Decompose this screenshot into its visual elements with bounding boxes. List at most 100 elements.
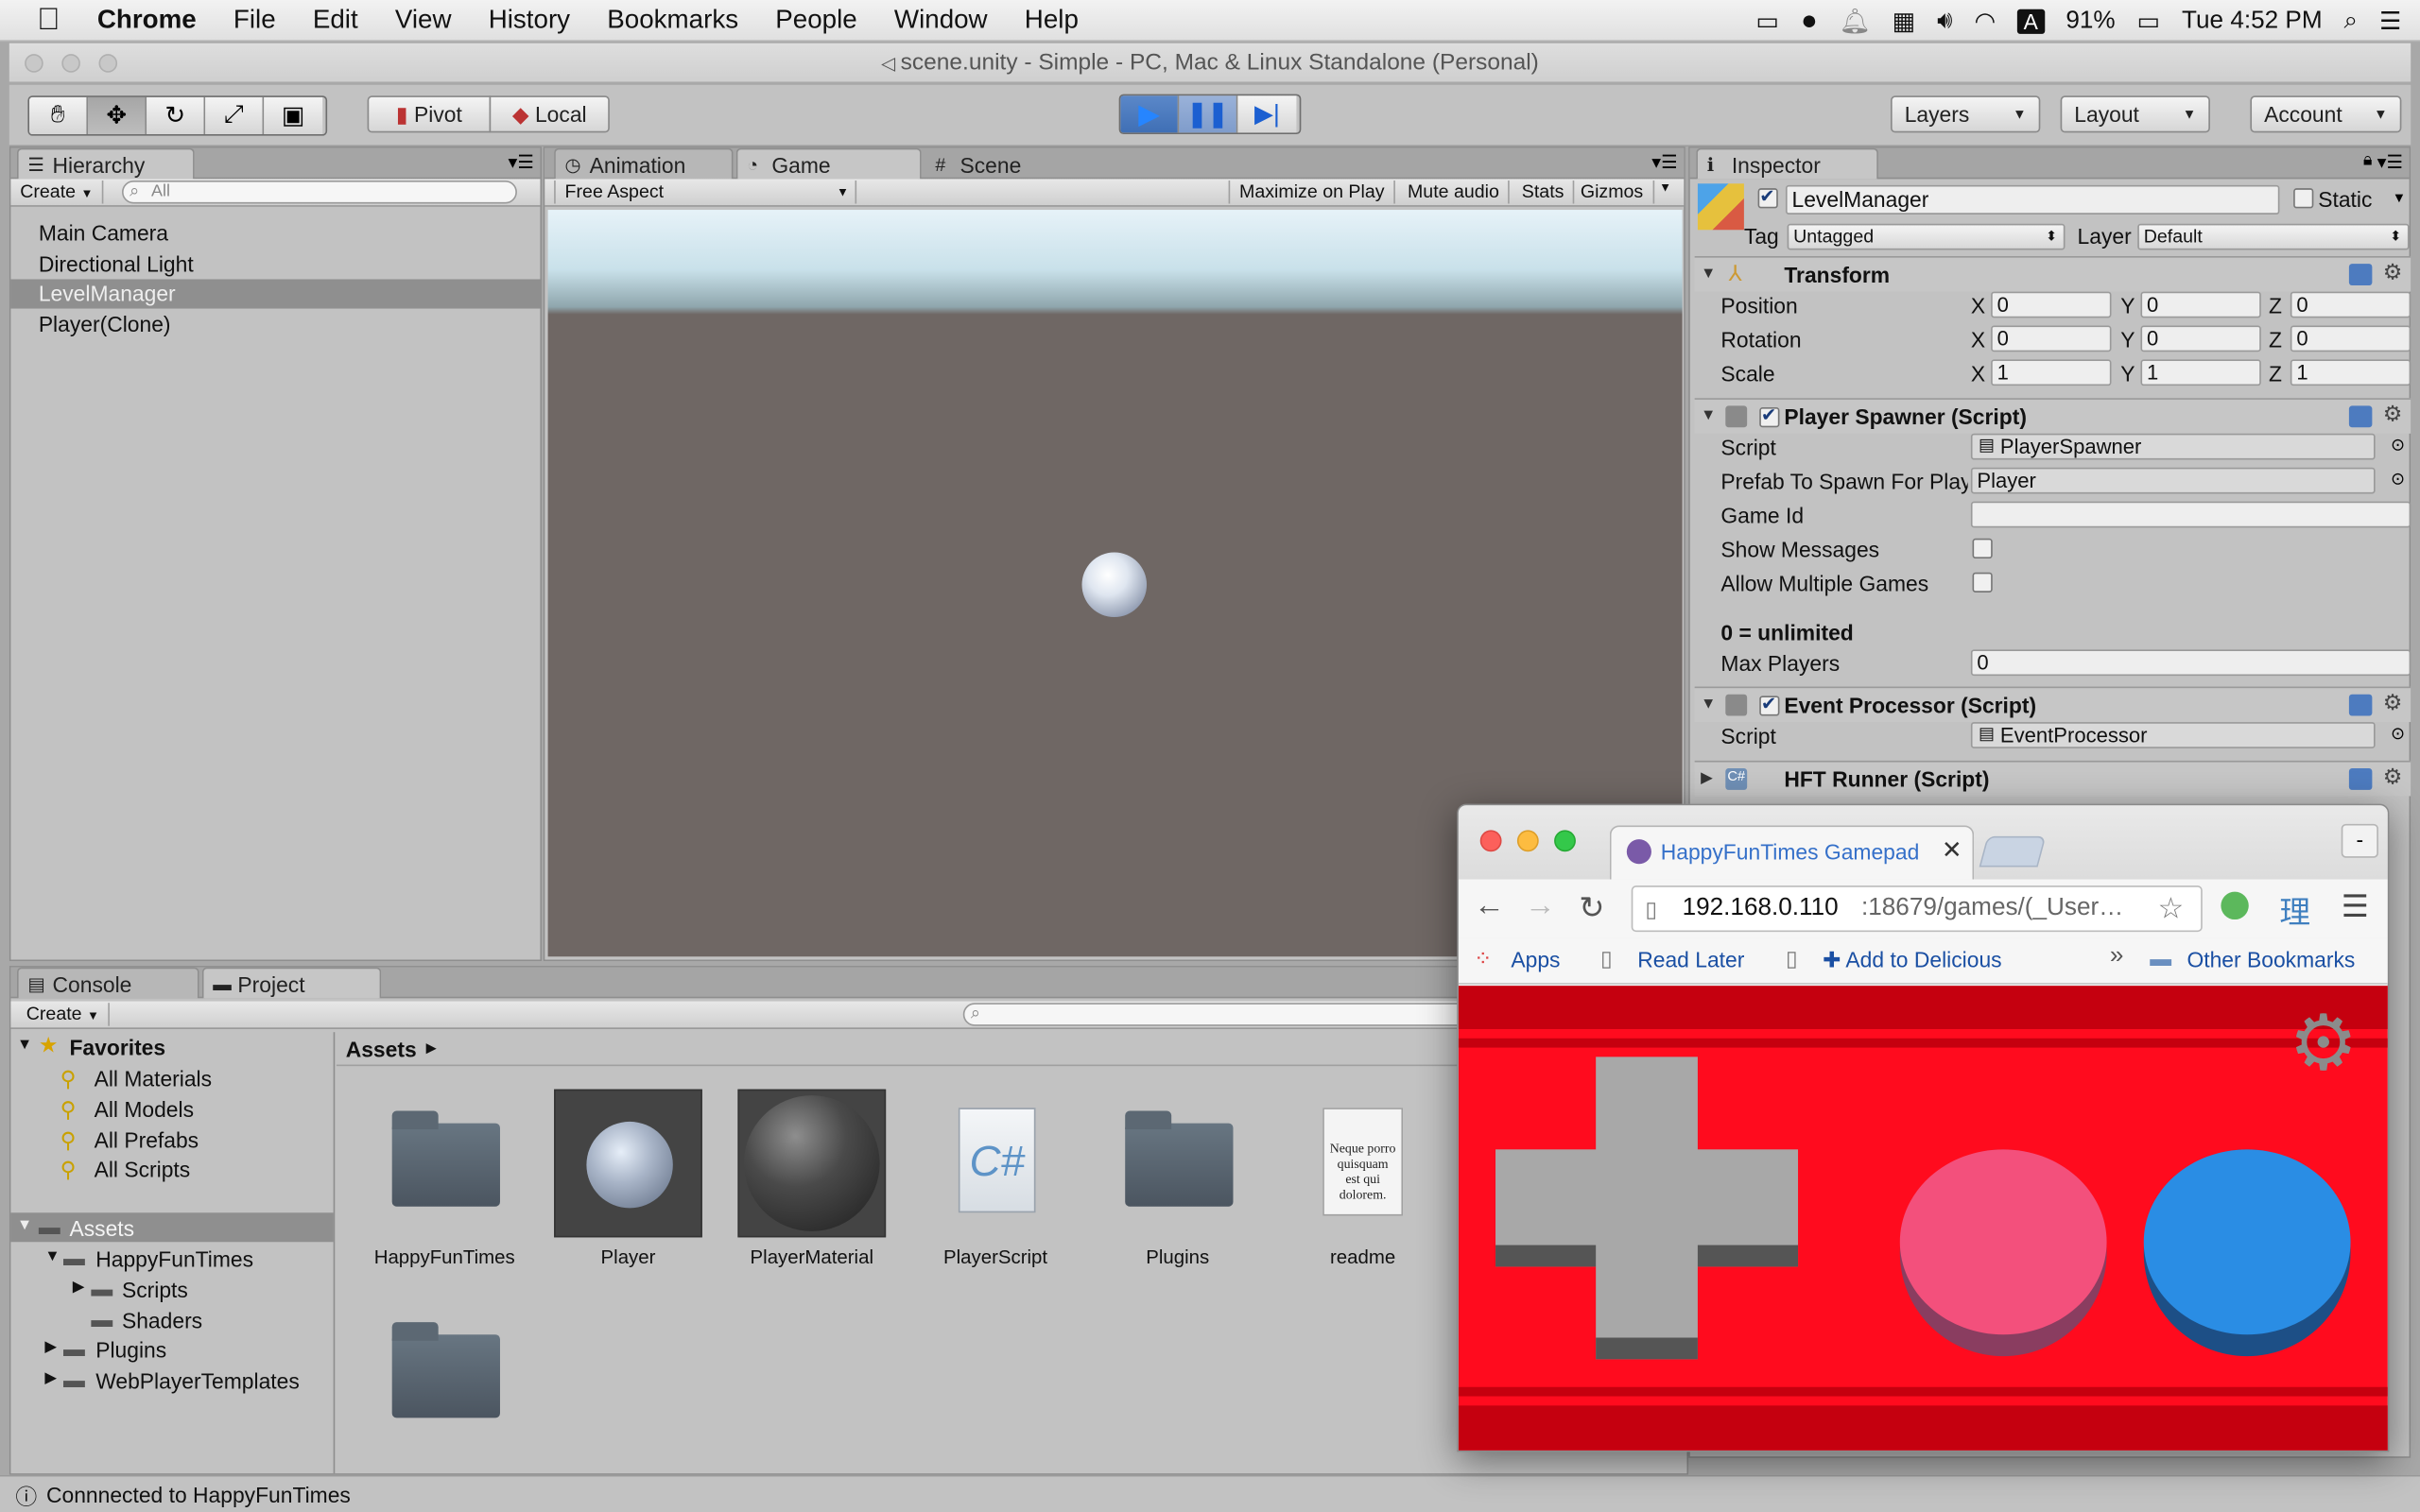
object-picker-icon[interactable]: ⊙ — [2391, 724, 2405, 744]
asset-happyfuntimes[interactable]: HappyFunTimes — [359, 1090, 529, 1268]
reload-icon[interactable]: ↻ — [1579, 888, 1604, 927]
scale-y-field[interactable]: 1 — [2140, 359, 2261, 387]
tab-inspector[interactable]: ℹ︎ Inspector — [1696, 147, 1878, 180]
favorite-all-materials[interactable]: All Materials — [95, 1066, 212, 1091]
asset-player[interactable]: Player — [544, 1089, 714, 1268]
static-checkbox[interactable] — [2293, 188, 2314, 209]
transform-header[interactable]: ▼ ⅄ Transform ⚙ — [1694, 256, 2411, 292]
chrome-tab-active[interactable]: HappyFunTimes Gamepad ✕ — [1609, 825, 1975, 880]
help-book-icon[interactable] — [2348, 405, 2373, 428]
panel-menu-icon[interactable]: ▾☰ — [2377, 151, 2403, 173]
mute-audio-button[interactable]: Mute audio — [1398, 180, 1511, 204]
rotate-tool-icon[interactable]: ↻ — [147, 96, 206, 135]
settings-gear-icon[interactable]: ⚙ — [2289, 1005, 2358, 1082]
position-z-field[interactable]: 0 — [2290, 291, 2411, 318]
facetime-icon[interactable]: ▭ — [1755, 6, 1779, 37]
hierarchy-item-levelmanager[interactable]: LevelManager — [10, 279, 543, 309]
aspect-dropdown[interactable]: Free Aspect ▼ — [554, 180, 857, 204]
stats-button[interactable]: Stats — [1512, 180, 1575, 204]
breadcrumb-assets[interactable]: Assets — [346, 1037, 417, 1061]
apple-icon[interactable]:  — [37, 2, 60, 38]
forward-arrow-icon[interactable]: → — [1525, 888, 1556, 924]
game-id-field[interactable] — [1970, 501, 2411, 528]
dpad[interactable] — [1495, 1057, 1799, 1360]
menu-bookmarks[interactable]: Bookmarks — [607, 5, 738, 36]
rect-tool-icon[interactable]: ▣ — [264, 96, 323, 135]
button-b[interactable] — [2143, 1149, 2351, 1335]
asset-playermaterial[interactable]: PlayerMaterial — [727, 1089, 897, 1268]
scale-x-field[interactable]: 1 — [1991, 359, 2112, 387]
hierarchy-search-input[interactable]: ⌕ All — [121, 180, 517, 204]
object-picker-icon[interactable]: ⊙ — [2391, 469, 2405, 490]
asset-playerscript[interactable]: C# PlayerScript — [910, 1090, 1080, 1268]
notification-center-icon[interactable]: ☰ — [2379, 6, 2401, 37]
tree-happyfuntimes[interactable]: HappyFunTimes — [95, 1246, 253, 1271]
scale-tool-icon[interactable]: ⤢ — [205, 96, 265, 135]
rotation-x-field[interactable]: 0 — [1991, 325, 2112, 352]
menu-people[interactable]: People — [775, 5, 856, 36]
collapse-triangle-icon[interactable]: ▼ — [1701, 266, 1716, 283]
minimize-window-button[interactable] — [1516, 830, 1539, 852]
tab-game[interactable]: ◔ Game — [735, 147, 922, 180]
asset-folder[interactable] — [359, 1300, 529, 1449]
hand-tool-icon[interactable]: ✋︎ — [29, 96, 89, 135]
more-bookmarks-chevron-icon[interactable]: » — [2110, 943, 2124, 971]
show-messages-checkbox[interactable] — [1972, 538, 1993, 559]
max-players-field[interactable]: 0 — [1970, 649, 2411, 677]
component-gear-icon[interactable]: ⚙ — [2383, 401, 2403, 427]
component-gear-icon[interactable]: ⚙ — [2383, 259, 2403, 285]
project-create-button[interactable]: Create ▼ — [17, 1003, 111, 1026]
rotation-z-field[interactable]: 0 — [2290, 325, 2411, 352]
gizmos-dropdown-icon[interactable]: ▼ — [1659, 180, 1671, 195]
tree-shaders[interactable]: Shaders — [122, 1308, 202, 1332]
menu-window[interactable]: Window — [894, 5, 988, 36]
play-button[interactable]: ▶ — [1120, 95, 1180, 133]
close-tab-icon[interactable]: ✕ — [1942, 834, 1962, 866]
tab-scene[interactable]: # Scene — [925, 148, 1103, 180]
new-tab-button[interactable] — [1979, 835, 2047, 868]
static-dropdown-icon[interactable]: ▼ — [2393, 190, 2407, 205]
tree-webplayertemplates[interactable]: WebPlayerTemplates — [95, 1368, 300, 1393]
minimize-window-button[interactable] — [61, 54, 80, 73]
position-x-field[interactable]: 0 — [1991, 291, 2112, 318]
collapse-triangle-icon[interactable]: ▼ — [44, 1248, 60, 1265]
player-spawner-enabled-checkbox[interactable] — [1759, 404, 1780, 428]
step-button[interactable]: ▶| — [1237, 95, 1297, 133]
extension-evernote-icon[interactable] — [2221, 891, 2249, 920]
tab-console[interactable]: ▤ Console — [16, 967, 199, 999]
player-spawner-script-field[interactable]: ▤ PlayerSpawner — [1970, 433, 2376, 460]
favorite-all-models[interactable]: All Models — [95, 1097, 194, 1122]
menu-history[interactable]: History — [489, 5, 570, 36]
position-y-field[interactable]: 0 — [2140, 291, 2261, 318]
bookmark-star-icon[interactable]: ☆ — [2157, 892, 2184, 928]
rotation-y-field[interactable]: 0 — [2140, 325, 2261, 352]
tree-plugins[interactable]: Plugins — [95, 1338, 166, 1363]
tree-scripts[interactable]: Scripts — [122, 1278, 188, 1302]
close-window-button[interactable] — [25, 54, 43, 73]
speech-bubble-icon[interactable]: ● — [1801, 5, 1818, 37]
active-checkbox[interactable] — [1757, 185, 1778, 209]
expand-triangle-icon[interactable]: ▶ — [44, 1370, 57, 1387]
hierarchy-item-player-clone[interactable]: Player(Clone) — [10, 310, 542, 339]
hierarchy-item-main-camera[interactable]: Main Camera — [10, 219, 542, 249]
asset-readme[interactable]: Neque porro quisquam est qui dolorem. re… — [1278, 1090, 1448, 1268]
component-gear-icon[interactable]: ⚙ — [2383, 690, 2403, 716]
object-name-field[interactable]: LevelManager — [1785, 184, 2280, 215]
favorite-all-scripts[interactable]: All Scripts — [95, 1157, 191, 1181]
help-book-icon[interactable] — [2348, 694, 2373, 716]
hierarchy-create-button[interactable]: Create ▼ — [10, 180, 104, 204]
gizmos-button[interactable]: Gizmos — [1571, 180, 1654, 204]
local-toggle[interactable]: ◆ Local — [489, 95, 610, 133]
event-processor-header[interactable]: ▼ Event Processor (Script) ⚙ — [1694, 686, 2411, 723]
lock-icon[interactable]: 🔒︎ — [2363, 151, 2373, 171]
hierarchy-item-directional-light[interactable]: Directional Light — [10, 249, 542, 279]
help-book-icon[interactable] — [2348, 768, 2373, 790]
input-source-icon[interactable]: A — [2017, 8, 2045, 34]
notification-bell-icon[interactable]: 🔔︎ — [1840, 6, 1871, 37]
pause-button[interactable]: ❚❚ — [1179, 95, 1238, 133]
layers-dropdown[interactable]: Layers ▼ — [1890, 95, 2041, 133]
back-arrow-icon[interactable]: ← — [1474, 888, 1505, 924]
menu-file[interactable]: File — [233, 5, 276, 36]
prefab-field[interactable]: Player — [1970, 467, 2376, 494]
omnibox[interactable]: ▯ 192.168.0.110 :18679/games/(_User… ☆ — [1631, 885, 2203, 933]
